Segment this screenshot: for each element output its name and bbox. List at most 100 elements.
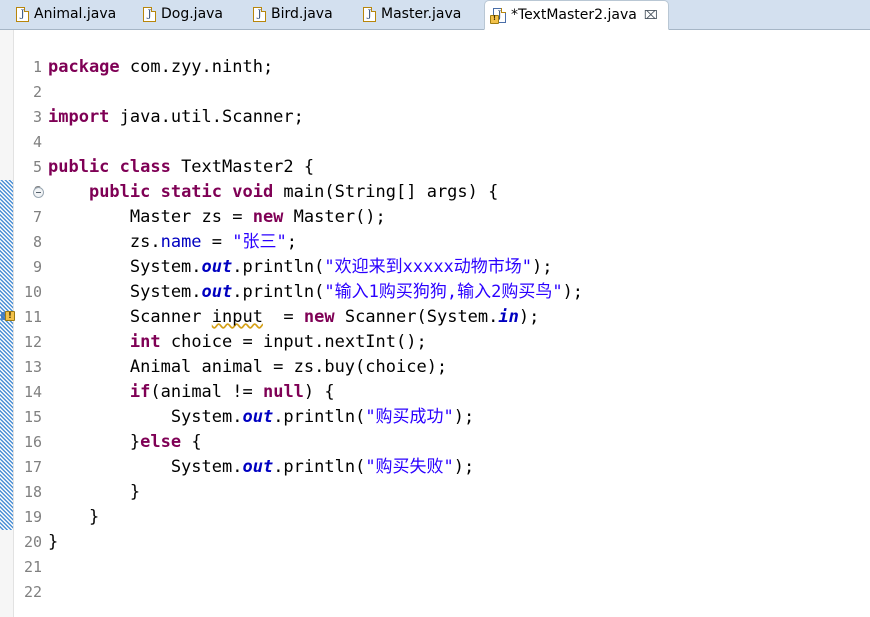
- code-token: );: [518, 307, 540, 327]
- code-token: java.util.Scanner;: [119, 107, 304, 127]
- line-number: 7: [32, 208, 42, 226]
- editor-tab-textmaster2java[interactable]: *TextMaster2.java ⌧: [484, 0, 669, 30]
- code-line[interactable]: }: [48, 480, 140, 505]
- line-number: 14: [23, 383, 42, 401]
- code-token: }: [48, 482, 141, 502]
- code-line[interactable]: }: [48, 530, 58, 555]
- code-token: Animal animal = zs.buy(choice);: [48, 357, 448, 377]
- editor-tab-animaljava[interactable]: Animal.java: [8, 0, 126, 29]
- code-line[interactable]: System.out.println("购买成功");: [48, 405, 474, 430]
- editor-tab-bar: Animal.java Dog.java Bird.java Master.java *…: [0, 0, 870, 30]
- code-line[interactable]: int choice = input.nextInt();: [48, 330, 427, 355]
- line-number: 4: [32, 133, 42, 151]
- code-token: "购买失败": [365, 457, 454, 477]
- editor-tab-birdjava[interactable]: Bird.java: [245, 0, 343, 29]
- java-file-icon: [143, 6, 156, 22]
- code-token: System.: [48, 407, 243, 427]
- line-number: 10: [23, 283, 42, 301]
- java-file-icon: [16, 6, 29, 22]
- line-number: 22: [23, 583, 42, 601]
- warning-triangle-icon: [5, 310, 15, 321]
- editor-tab-label: *TextMaster2.java: [511, 7, 637, 23]
- line-number: 3: [32, 108, 42, 126]
- code-token: ;: [286, 232, 297, 252]
- warning-token: input: [211, 307, 263, 327]
- code-token: .println(: [273, 407, 366, 427]
- code-token: );: [453, 457, 475, 477]
- code-token: }: [48, 532, 59, 552]
- editor-tab-masterjava[interactable]: Master.java: [355, 0, 471, 29]
- code-token: .println(: [273, 457, 366, 477]
- line-number: 5: [32, 158, 42, 176]
- code-token: (animal !=: [150, 382, 263, 402]
- line-number: 9: [32, 258, 42, 276]
- code-token: out: [242, 457, 274, 477]
- code-token: Scanner(System.: [344, 307, 499, 327]
- code-token: new: [252, 207, 294, 227]
- code-token: }: [48, 507, 100, 527]
- code-editor[interactable]: 12345678910111213141516171819202122 pack…: [0, 30, 870, 617]
- editor-tab-label: Master.java: [381, 6, 462, 22]
- code-token: "输入1购买狗狗,输入2购买鸟": [324, 282, 563, 302]
- code-line[interactable]: Animal animal = zs.buy(choice);: [48, 355, 447, 380]
- code-token: com.zyy.ninth;: [129, 57, 274, 77]
- code-line[interactable]: import java.util.Scanner;: [48, 105, 304, 130]
- code-token: System.: [48, 282, 202, 302]
- warning-overlay-icon: [490, 14, 499, 24]
- code-token: =: [201, 232, 233, 252]
- gutter-warning-icon[interactable]: [1, 310, 16, 324]
- code-line[interactable]: System.out.println("输入1购买狗狗,输入2购买鸟");: [48, 280, 583, 305]
- code-token: public class: [48, 157, 182, 177]
- line-number: 20: [23, 533, 42, 551]
- code-token: .println(: [232, 282, 325, 302]
- editor-tab-label: Dog.java: [161, 6, 224, 22]
- line-number: 16: [23, 433, 42, 451]
- close-tab-icon[interactable]: ⌧: [644, 9, 658, 21]
- code-token: }: [48, 432, 141, 452]
- editor-tab-label: Animal.java: [34, 6, 117, 22]
- code-token: null: [262, 382, 304, 402]
- code-token: main(String[] args) {: [283, 182, 499, 202]
- code-token: if: [129, 382, 151, 402]
- code-token: name: [160, 232, 202, 252]
- code-token: int: [129, 332, 171, 352]
- code-token: "欢迎来到xxxxx动物市场": [324, 257, 533, 277]
- code-line[interactable]: public static void main(String[] args) {: [48, 180, 498, 205]
- code-token: TextMaster2 {: [181, 157, 315, 177]
- code-line[interactable]: Scanner input = new Scanner(System.in);: [48, 305, 539, 330]
- code-token: else: [140, 432, 192, 452]
- code-token: choice = input.nextInt();: [170, 332, 427, 352]
- code-token: Scanner: [48, 307, 212, 327]
- code-token: zs.: [48, 232, 161, 252]
- code-token: package: [48, 57, 130, 77]
- line-number-gutter[interactable]: 12345678910111213141516171819202122: [14, 30, 45, 617]
- code-line[interactable]: Master zs = new Master();: [48, 205, 386, 230]
- code-line[interactable]: if(animal != null) {: [48, 380, 335, 405]
- code-line[interactable]: zs.name = "张三";: [48, 230, 297, 255]
- java-file-icon: [363, 6, 376, 22]
- code-token: out: [242, 407, 274, 427]
- code-token: ) {: [303, 382, 335, 402]
- line-number: 2: [32, 83, 42, 101]
- line-number: 1: [32, 58, 42, 76]
- editor-tab-dogjava[interactable]: Dog.java: [135, 0, 233, 29]
- code-token: public static void: [88, 182, 284, 202]
- code-token: import: [48, 107, 120, 127]
- code-token: );: [532, 257, 553, 277]
- code-line[interactable]: System.out.println("购买失败");: [48, 455, 474, 480]
- java-file-icon: [253, 6, 266, 22]
- line-number: 15: [23, 408, 42, 426]
- code-token: {: [191, 432, 202, 452]
- code-text-area[interactable]: package com.zyy.ninth; import java.util.S…: [45, 30, 870, 617]
- fold-collapse-icon[interactable]: [33, 187, 44, 198]
- code-line[interactable]: }else {: [48, 430, 202, 455]
- code-token: =: [262, 307, 304, 327]
- code-line[interactable]: public class TextMaster2 {: [48, 155, 314, 180]
- code-line[interactable]: System.out.println("欢迎来到xxxxx动物市场");: [48, 255, 553, 280]
- code-line[interactable]: }: [48, 505, 99, 530]
- code-line[interactable]: package com.zyy.ninth;: [48, 55, 273, 80]
- line-number: 21: [23, 558, 42, 576]
